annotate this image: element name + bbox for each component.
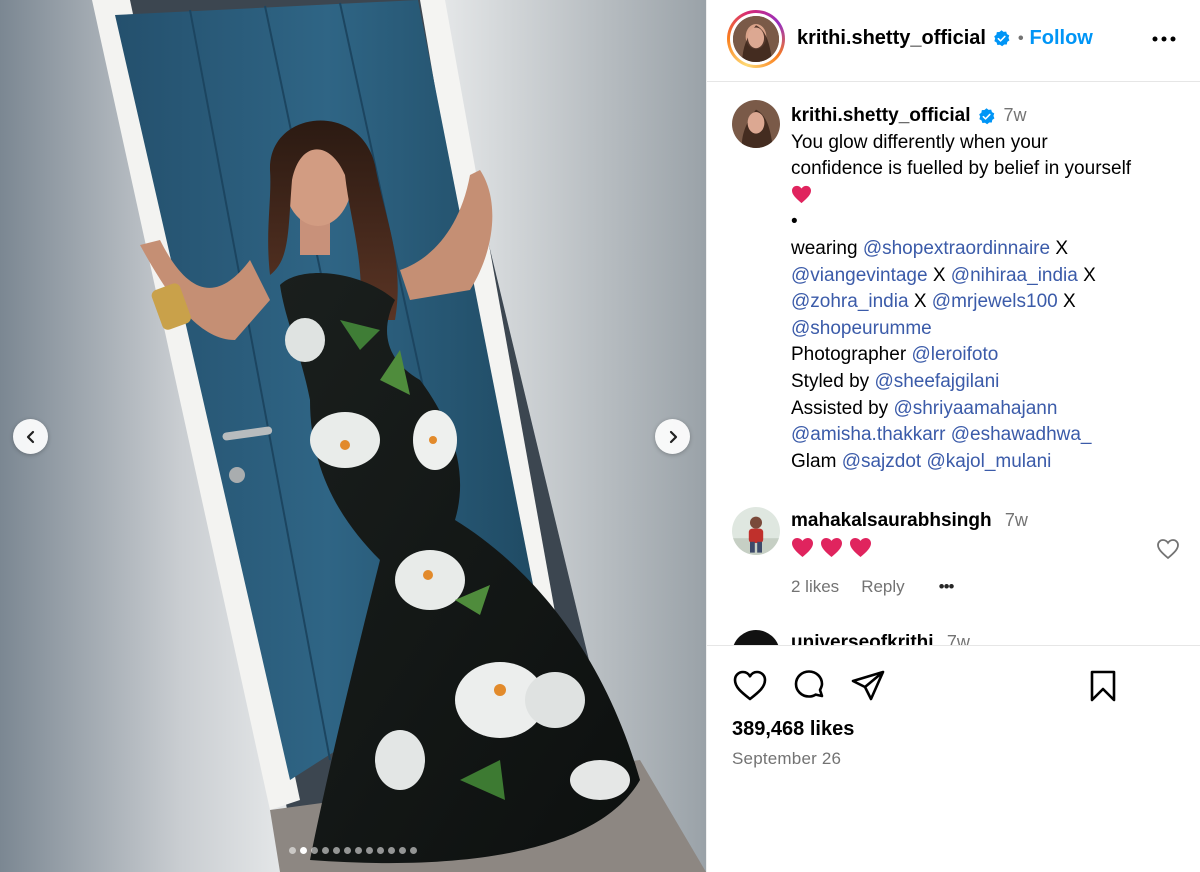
comment-icon[interactable]	[791, 668, 827, 704]
comment-heart-icon[interactable]	[1156, 538, 1180, 560]
caption-x: X	[932, 264, 946, 286]
mention-link[interactable]: @kajol_mulani	[926, 451, 1051, 472]
caption-x: X	[1083, 264, 1096, 286]
heart-icon[interactable]	[732, 668, 768, 704]
comment-likes[interactable]: 2 likes	[791, 577, 839, 597]
carousel-prev-button[interactable]	[13, 419, 48, 454]
carousel-dot	[377, 847, 384, 854]
mention-link[interactable]: @leroifoto	[911, 344, 998, 365]
mention-link[interactable]: @amisha.thakkarr	[791, 424, 945, 445]
carousel-dot	[410, 847, 417, 854]
header-username[interactable]: krithi.shetty_official	[797, 27, 986, 50]
caption-glam: Glam	[791, 450, 837, 472]
heart-emoji-icon	[850, 537, 871, 558]
caption-text-line: You glow differently when your	[791, 131, 1048, 153]
mention-link[interactable]: @sajzdot	[842, 451, 922, 472]
post-header: krithi.shetty_official • Follow	[707, 0, 1200, 82]
caption-x: X	[913, 291, 927, 313]
caption-bullet: •	[791, 211, 798, 233]
comment-time[interactable]: 7w	[947, 632, 970, 645]
heart-emoji-icon	[821, 537, 842, 558]
carousel-dot	[289, 847, 296, 854]
mention-link[interactable]: @eshawadhwa_	[951, 424, 1092, 445]
likes-count[interactable]: 389,468 likes	[732, 718, 854, 741]
carousel-dot	[388, 847, 395, 854]
comment-meta: 2 likes Reply •••	[791, 577, 955, 597]
post-photo	[0, 0, 706, 872]
header-separator: •	[1017, 29, 1024, 47]
comment-more-button[interactable]: •••	[939, 577, 955, 597]
caption-x: X	[1055, 237, 1069, 259]
comment-username[interactable]: mahakalsaurabhsingh	[791, 510, 992, 531]
carousel-dot	[311, 847, 318, 854]
comment-time[interactable]: 7w	[1005, 510, 1028, 530]
carousel-dot	[333, 847, 340, 854]
carousel-dot	[399, 847, 406, 854]
carousel-pagination-dots	[0, 847, 706, 854]
mention-link[interactable]: @sheefajgilani	[874, 371, 999, 392]
post-date[interactable]: September 26	[732, 749, 841, 769]
heart-emoji-icon	[792, 537, 813, 558]
story-ring[interactable]	[727, 10, 785, 68]
carousel-dot	[322, 847, 329, 854]
more-options-icon	[1152, 36, 1176, 42]
mention-link[interactable]: @zohra_india	[791, 291, 909, 312]
mention-link[interactable]: @shopeurumme	[791, 318, 932, 339]
carousel-dot	[355, 847, 362, 854]
caption-x: X	[1063, 291, 1076, 313]
comment-text	[791, 537, 878, 563]
chevron-right-icon	[669, 430, 677, 443]
caption-avatar[interactable]	[732, 100, 780, 148]
mention-link[interactable]: @mrjewels100	[932, 291, 1058, 312]
mention-link[interactable]: @nihiraa_india	[951, 265, 1078, 286]
comment-avatar[interactable]	[732, 630, 780, 645]
comment-avatar[interactable]	[732, 507, 780, 555]
verified-badge-icon	[994, 30, 1010, 47]
mention-link[interactable]: @shopextraordinnaire	[863, 238, 1050, 259]
caption-text-line: confidence is fuelled by belief in yours…	[791, 158, 1132, 180]
mention-link[interactable]: @viangevintage	[791, 265, 928, 286]
heart-emoji-icon	[792, 185, 811, 203]
bookmark-icon[interactable]	[1085, 668, 1121, 704]
share-icon[interactable]	[850, 668, 886, 704]
comment-user: mahakalsaurabhsingh 7w	[791, 510, 1028, 532]
more-options-button[interactable]	[1149, 27, 1179, 51]
header-user: krithi.shetty_official • Follow	[797, 27, 1093, 50]
caption-time[interactable]: 7w	[1004, 105, 1027, 125]
caption-username[interactable]: krithi.shetty_official	[791, 103, 996, 130]
caption-wearing: wearing	[791, 237, 858, 259]
post-caption: krithi.shetty_official 7w You glow diffe…	[791, 102, 1183, 475]
follow-button[interactable]: Follow	[1030, 27, 1093, 50]
post-media[interactable]	[0, 0, 706, 872]
comment-username[interactable]: universeofkrithi	[791, 632, 934, 645]
caption-photographer: Photographer	[791, 344, 907, 366]
chevron-left-icon	[26, 430, 34, 443]
avatar	[733, 16, 779, 62]
comments-section[interactable]: krithi.shetty_official 7w You glow diffe…	[707, 83, 1200, 645]
caption-styled-by: Styled by	[791, 370, 870, 392]
comment-user: universeofkrithi 7w	[791, 632, 970, 645]
caption-assisted-by: Assisted by	[791, 397, 889, 419]
carousel-dot	[366, 847, 373, 854]
verified-badge-icon	[978, 107, 994, 125]
mention-link[interactable]: @shriyaamahajann	[893, 398, 1057, 419]
post-side-panel: krithi.shetty_official • Follow krithi.s…	[706, 0, 1200, 872]
carousel-dot	[300, 847, 307, 854]
carousel-next-button[interactable]	[655, 419, 690, 454]
comment-reply-button[interactable]: Reply	[861, 577, 904, 597]
post-actions: 389,468 likes September 26	[707, 645, 1200, 872]
carousel-dot	[344, 847, 351, 854]
